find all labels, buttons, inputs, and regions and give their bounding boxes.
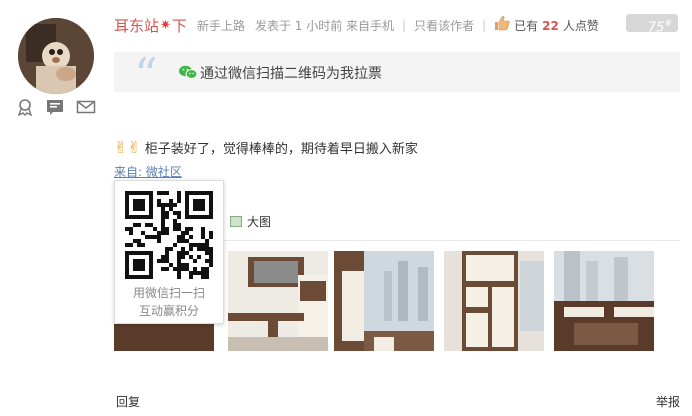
floor-mark: # xyxy=(664,19,672,29)
rank-star-icon: ✷ xyxy=(160,17,171,33)
image-icon xyxy=(230,216,242,227)
big-image-link[interactable]: 大图 xyxy=(230,213,271,230)
likes-prefix: 已有 xyxy=(514,18,539,33)
qr-code xyxy=(125,191,213,279)
photo-thumbnail-2[interactable] xyxy=(228,251,328,351)
only-author-link[interactable]: 只看该作者 xyxy=(414,17,474,34)
wechat-icon xyxy=(178,64,198,83)
quote-mark-icon: “ xyxy=(134,48,158,102)
medal-icon[interactable] xyxy=(16,98,36,117)
post-body: ✌✌ 柜子装好了，觉得棒棒的，期待着早日搬入新家 xyxy=(114,138,418,157)
username-link[interactable]: 耳东站 xyxy=(114,15,159,36)
floor-number-badge: 75# xyxy=(626,14,678,36)
qr-caption-line2: 互动赢积分 xyxy=(138,304,199,318)
qr-code-popup: 用微信扫一扫 互动赢积分 xyxy=(114,180,224,324)
source-link[interactable]: 来自: 微社区 xyxy=(114,163,182,180)
qr-caption-line1: 用微信扫一扫 xyxy=(132,286,205,300)
photo-thumbnail-4[interactable] xyxy=(444,251,544,351)
avatar[interactable] xyxy=(18,18,94,94)
profile-card-icon[interactable] xyxy=(46,98,66,116)
separator: | xyxy=(402,18,407,32)
post-text: 柜子装好了，觉得棒棒的，期待着早日搬入新家 xyxy=(144,142,418,157)
vote-quote-box[interactable]: “ 通过微信扫描二维码为我拉票 xyxy=(114,48,680,102)
photo-thumbnail-3[interactable] xyxy=(334,251,434,351)
user-level: 新手上路 xyxy=(196,18,245,33)
separator: | xyxy=(482,18,487,32)
thumbs-up-icon[interactable] xyxy=(494,15,510,35)
post-time: 发表于 1 小时前 来自手机 xyxy=(254,18,395,33)
rank-suffix: 下 xyxy=(171,16,187,35)
reply-link[interactable]: 回复 xyxy=(116,393,140,410)
likes-count: 22 xyxy=(542,18,559,33)
big-image-label: 大图 xyxy=(247,215,272,229)
likes-summary: 已有 22 人点赞 xyxy=(514,17,599,34)
victory-hands-emoji: ✌✌ xyxy=(114,138,141,157)
envelope-icon[interactable] xyxy=(76,98,96,116)
vote-prompt: 通过微信扫描二维码为我拉票 xyxy=(200,66,382,82)
photo-thumbnail-5[interactable] xyxy=(554,251,654,351)
likes-suffix: 人点赞 xyxy=(562,18,599,33)
post-header: 耳东站 ✷ 下 新手上路 发表于 1 小时前 来自手机 | 只看该作者 | 已有… xyxy=(114,14,680,36)
floor-number: 75 xyxy=(647,20,665,36)
report-link[interactable]: 举报 xyxy=(656,393,680,410)
